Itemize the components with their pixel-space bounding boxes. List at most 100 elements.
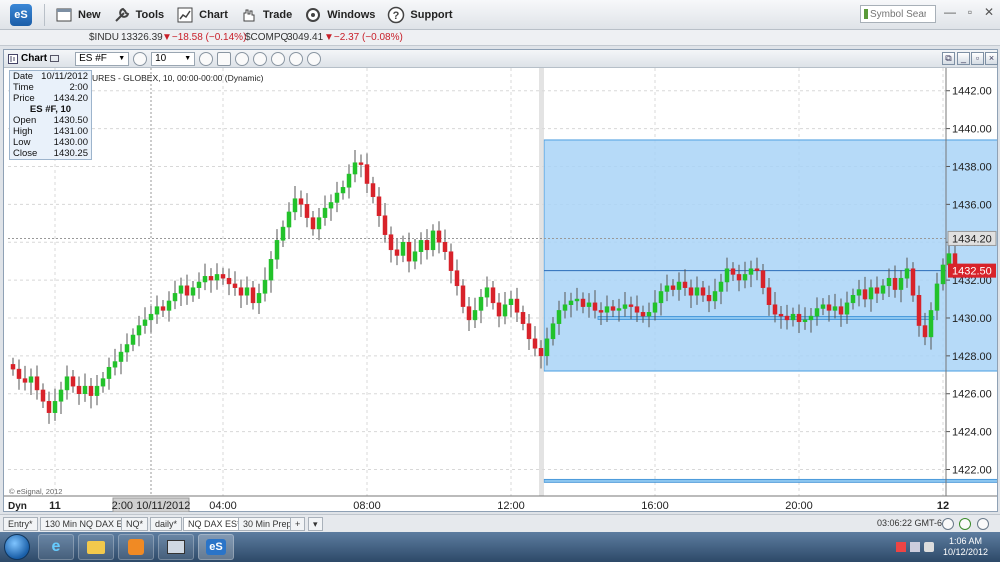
candle-body (412, 251, 418, 262)
tools-button[interactable]: Tools (107, 3, 171, 27)
candle-body (862, 289, 868, 300)
candle-body (820, 304, 826, 309)
candle-body (850, 295, 856, 304)
candle-body (568, 300, 574, 305)
volume-icon[interactable] (924, 542, 934, 552)
candle-body (688, 287, 694, 296)
candle-body (730, 268, 736, 275)
candle-body (556, 310, 562, 324)
candle-body (808, 315, 814, 321)
connection-icon[interactable] (942, 518, 954, 530)
internet-explorer-icon[interactable]: e (38, 534, 74, 560)
candle-body (760, 270, 766, 288)
ticker-symbol[interactable]: $INDU (89, 32, 119, 43)
link-chain-icon[interactable] (307, 51, 322, 66)
help-icon[interactable] (977, 518, 989, 530)
candle-body (586, 302, 592, 307)
windows-label: Windows (327, 8, 376, 21)
lock-icon[interactable] (289, 51, 304, 66)
symbol-search-input[interactable] (870, 8, 926, 20)
tab-entry[interactable]: Entry* (3, 517, 38, 531)
candle-body (844, 302, 850, 315)
media-player-icon[interactable] (118, 534, 154, 560)
candle-body (166, 300, 172, 311)
candle-body (520, 312, 526, 324)
chevron-down-icon: ▼ (118, 55, 126, 62)
candle-body (814, 308, 820, 317)
candle-body (496, 302, 502, 317)
cursor-icon[interactable] (235, 51, 250, 66)
candle-body (622, 304, 628, 309)
symbol-search[interactable] (860, 5, 936, 23)
new-label: New (78, 8, 101, 21)
tab-30-min-prep[interactable]: 30 Min Prep (238, 517, 297, 531)
ticker-symbol[interactable]: $COMPQ (245, 32, 288, 43)
candle-body (40, 389, 46, 402)
candle-body (880, 285, 886, 294)
candle-body (124, 344, 130, 353)
esignal-taskbar-icon[interactable]: eS (198, 534, 234, 560)
chart-icon (177, 7, 193, 22)
wrench-icon (114, 7, 129, 22)
candle-body (112, 361, 118, 368)
last-price-label: 1432.50 (952, 266, 992, 278)
chart-button[interactable]: Chart (170, 3, 234, 27)
minimize-button[interactable]: — (941, 4, 959, 20)
trade-button[interactable]: Trade (234, 3, 298, 27)
window-restore-button[interactable]: ▫ (971, 52, 984, 65)
maximize-button[interactable]: ▫ (961, 4, 979, 20)
candle-body (436, 230, 442, 243)
interval-selector[interactable]: 10 ▼ (151, 51, 196, 66)
chart-link-icon[interactable] (50, 55, 60, 62)
chart-title-label: Chart (21, 53, 48, 64)
taskbar-clock[interactable]: 1:06 AM 10/12/2012 (943, 536, 988, 558)
time-axis: 11 04:00 08:00 12:00 16:00 20:00 12 2:00 10/11/… (4, 495, 997, 512)
candle-body (34, 376, 40, 391)
interval-clock-icon[interactable] (133, 51, 148, 66)
candle-body (766, 287, 772, 305)
candle-body (562, 304, 568, 311)
network-icon[interactable] (910, 542, 920, 552)
window-minimize-button[interactable]: _ (957, 52, 970, 65)
tray-flag-icon[interactable] (896, 542, 906, 552)
price-tick-label: 1430.00 (952, 313, 992, 325)
drawn-trend-line (597, 316, 935, 320)
tab-nq-dax-es[interactable]: NQ DAX ES* (183, 517, 246, 531)
candle-body (94, 385, 100, 396)
candle-body (940, 264, 946, 285)
new-button[interactable]: New (49, 3, 107, 27)
windows-button[interactable]: Windows (298, 3, 381, 27)
info-price: 1434.20 (53, 92, 88, 104)
tab-list-menu[interactable]: ▾ (308, 517, 323, 531)
draw-pen-icon[interactable] (217, 51, 232, 66)
explorer-folder-icon[interactable] (78, 534, 114, 560)
support-button[interactable]: ? Support (381, 3, 458, 27)
window-link-icon[interactable]: ⧉ (942, 52, 955, 65)
start-button[interactable] (4, 534, 30, 560)
study-label: URES - GLOBEX, 10, 00:00-00:00 (Dynamic) (92, 73, 264, 83)
add-tab-button[interactable]: + (290, 517, 306, 531)
status-ok-icon[interactable] (959, 518, 971, 530)
symbol-value: ES #F (79, 53, 107, 64)
replay-icon[interactable] (271, 51, 286, 66)
candle-body (442, 241, 448, 252)
candle-body (262, 279, 268, 294)
tab-nq[interactable]: NQ* (121, 517, 149, 531)
tab-daily[interactable]: daily* (150, 517, 183, 531)
price-tick-label: 1442.00 (952, 86, 992, 98)
close-button[interactable]: ✕ (980, 4, 998, 20)
esignal-logo[interactable]: eS (10, 3, 32, 26)
time-template-icon[interactable] (199, 51, 214, 66)
candle-body (628, 304, 634, 307)
price-chart[interactable]: 1422.00 1424.00 1426.00 1428.00 1430.00 1432.… (4, 68, 997, 512)
studies-icon[interactable] (253, 51, 268, 66)
desktop-app-icon[interactable] (158, 534, 194, 560)
time-tick-label: 12 (937, 500, 949, 512)
cursor-info-window: Date 10/11/2012 Time 2:00 Price 1434.20 ES … (9, 70, 92, 160)
candle-body (160, 306, 166, 311)
candle-body (196, 281, 202, 288)
symbol-selector[interactable]: ES #F ▼ (75, 51, 130, 66)
window-close-button[interactable]: × (985, 52, 998, 65)
ticker-last: 3049.41 (287, 32, 324, 43)
candle-body (598, 310, 604, 313)
